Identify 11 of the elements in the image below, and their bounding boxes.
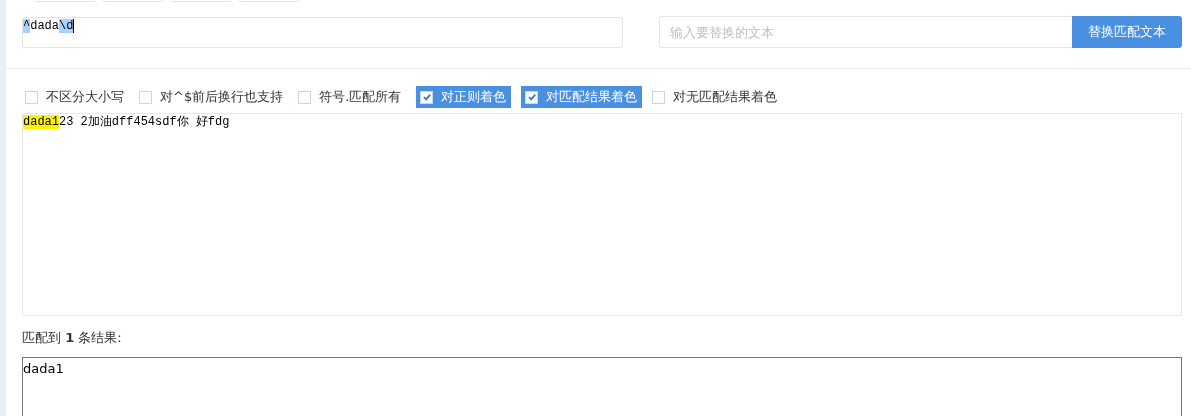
- option-checkbox[interactable]: 对^$前后换行也支持: [139, 86, 289, 108]
- regex-input-field[interactable]: ^dada\d: [22, 16, 623, 48]
- result-text-area[interactable]: dada1: [22, 357, 1182, 416]
- text-editor[interactable]: dada123 2加油dff454sdf你 好fdg: [22, 113, 1182, 316]
- check-icon: [526, 92, 537, 102]
- match-summary: 匹配到 1 条结果:: [22, 329, 123, 347]
- option-checkbox[interactable]: 对无匹配结果着色: [652, 86, 783, 108]
- replace-text-field[interactable]: 输入要替换的文本: [659, 16, 1072, 48]
- option-checkbox[interactable]: 不区分大小写: [25, 86, 129, 108]
- check-icon: [421, 92, 432, 102]
- option-checkbox[interactable]: 符号.匹配所有: [298, 86, 407, 108]
